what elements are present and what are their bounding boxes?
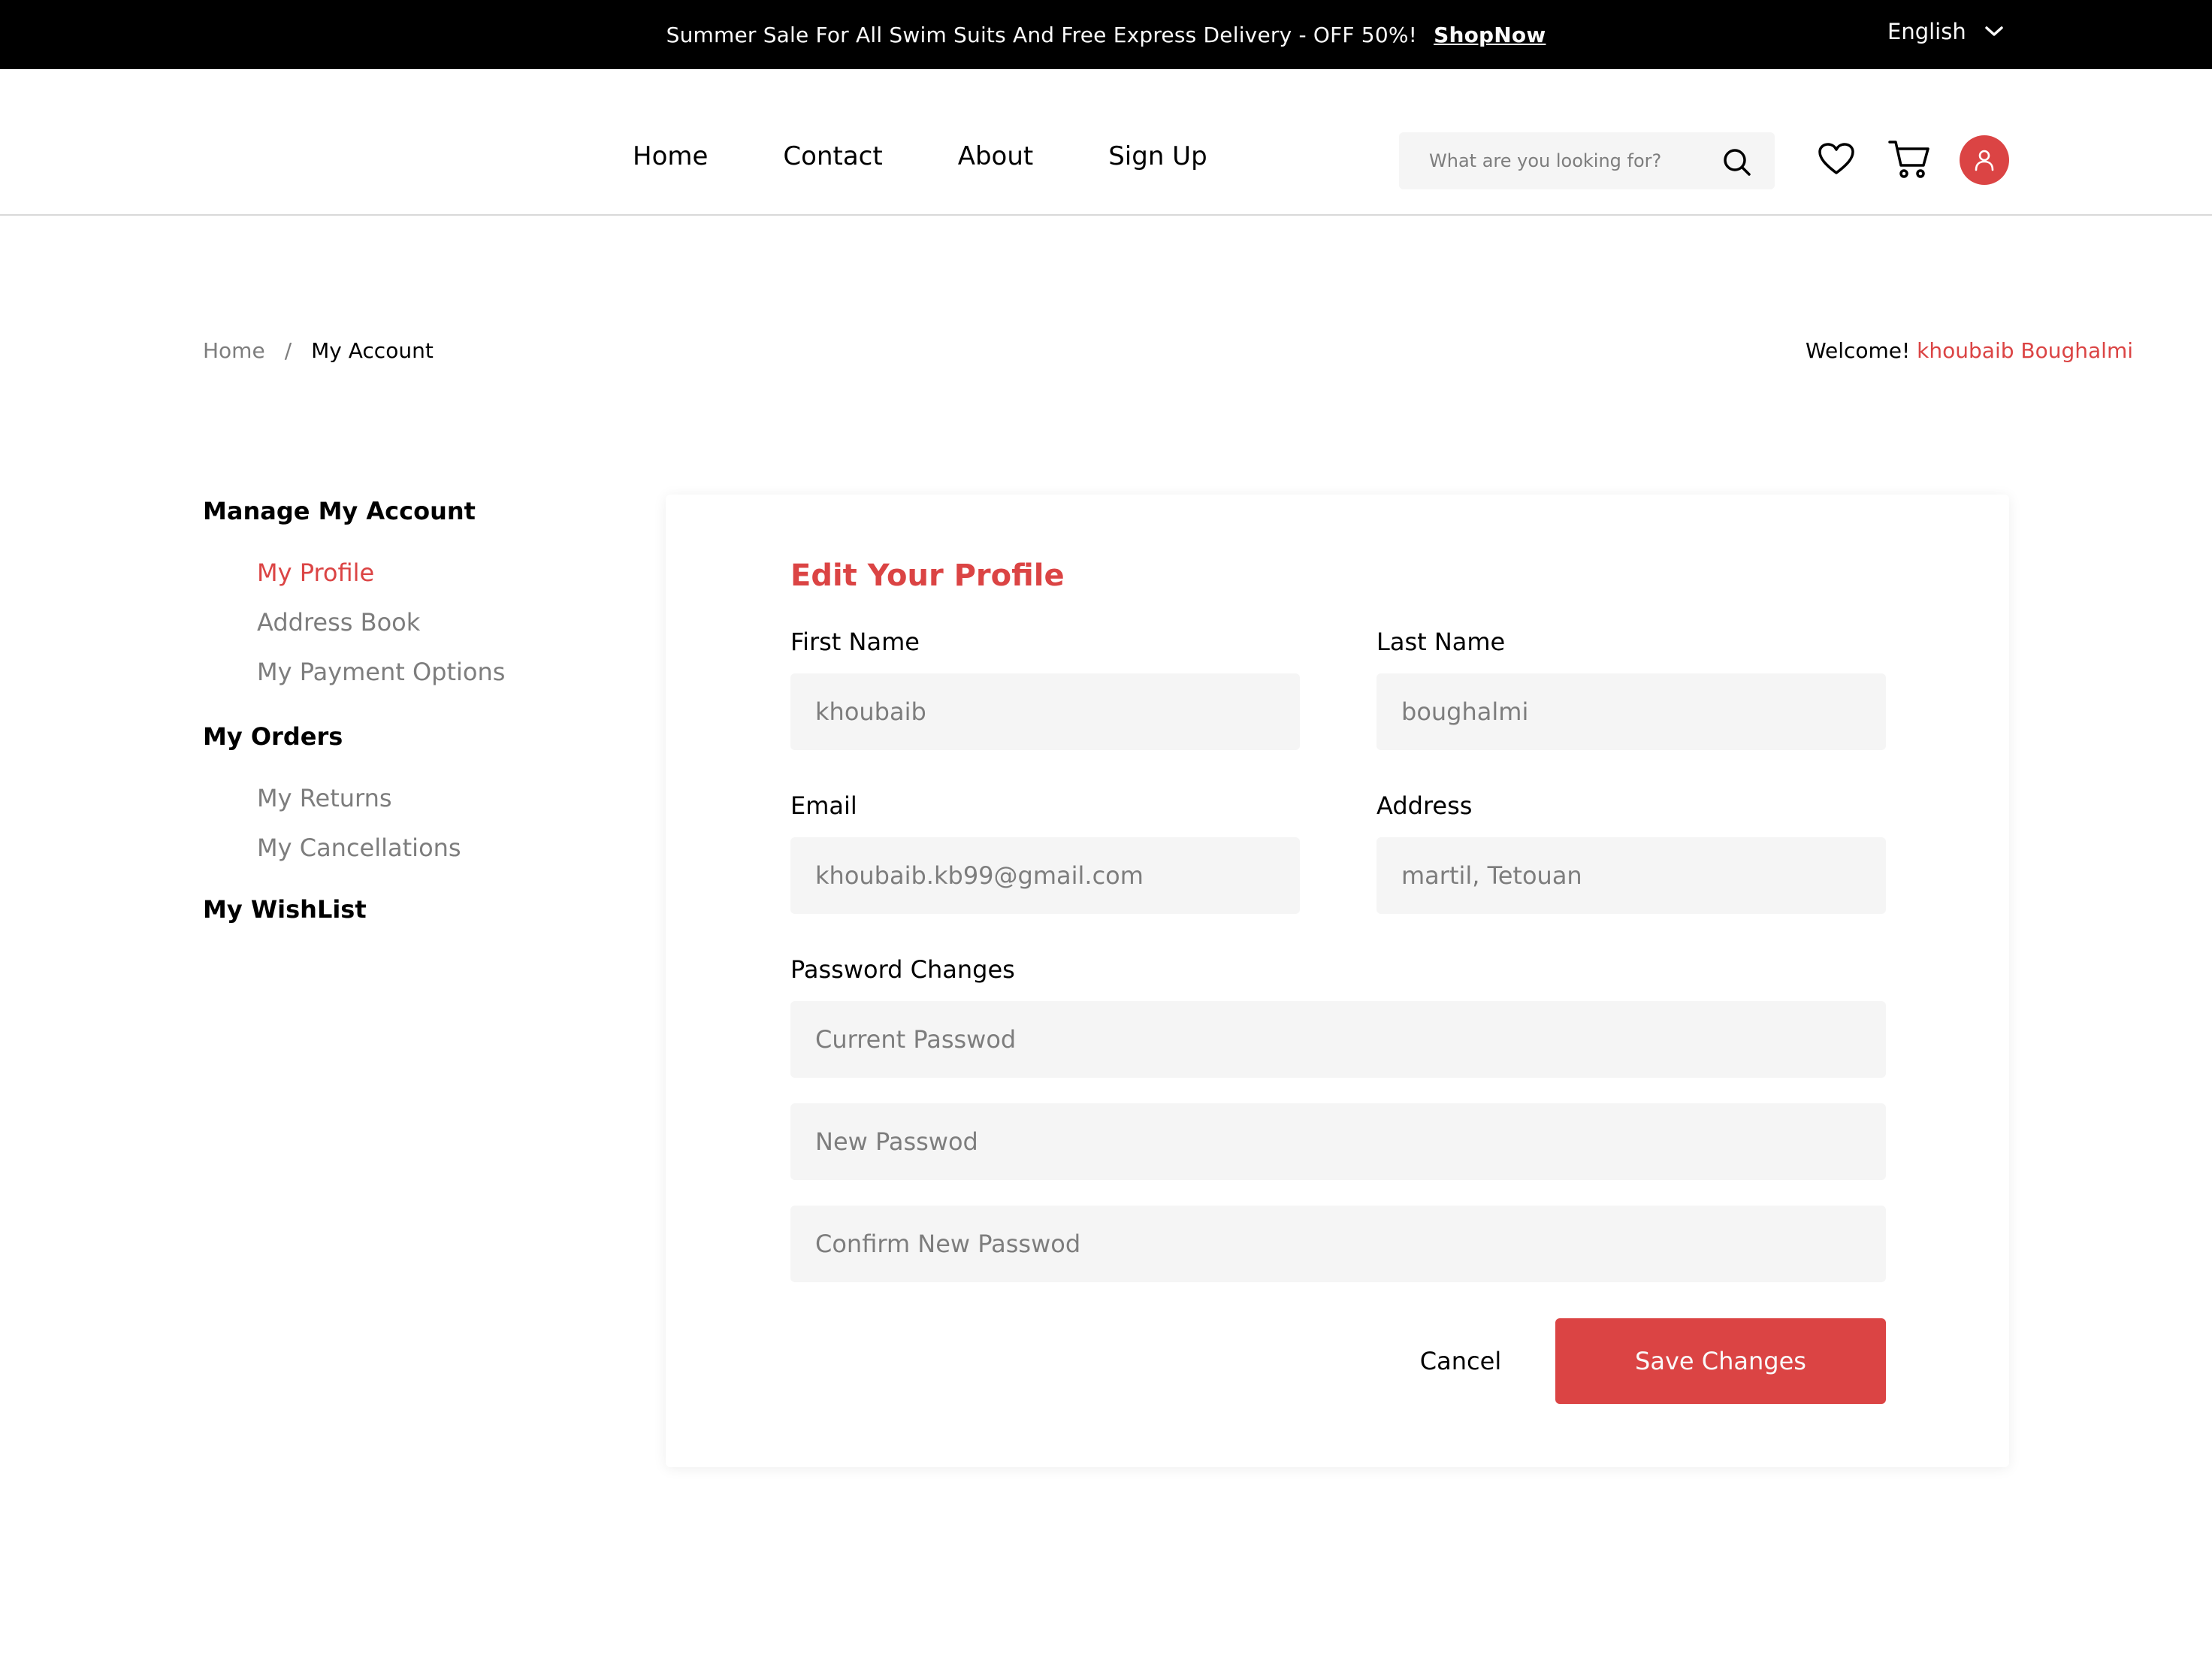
sidebar-item-my-profile[interactable]: My Profile [257,558,624,588]
search-icon[interactable] [1721,146,1754,182]
welcome-prefix: Welcome! [1805,338,1911,363]
main-nav: Home Contact About Sign Up [633,141,1283,171]
search-box [1399,132,1775,189]
address-field[interactable] [1376,837,1886,914]
promo-bar: Summer Sale For All Swim Suits And Free … [0,0,2212,69]
cancel-button[interactable]: Cancel [1386,1318,1536,1404]
breadcrumb-separator: / [284,338,292,363]
site-header: Home Contact About Sign Up [0,69,2212,216]
sidebar-heading-my-wishlist[interactable]: My WishList [203,894,624,924]
sidebar-heading-manage-account[interactable]: Manage My Account [203,496,624,526]
first-name-label: First Name [790,628,920,656]
breadcrumb-current: My Account [311,338,434,363]
user-account-button[interactable] [1960,135,2009,185]
chevron-down-icon [1984,26,2003,36]
breadcrumb-home[interactable]: Home [203,338,265,363]
shop-now-link[interactable]: ShopNow [1434,23,1546,47]
save-changes-button[interactable]: Save Changes [1555,1318,1886,1404]
account-sidebar: Manage My Account My Profile Address Boo… [203,496,624,924]
sidebar-heading-my-orders[interactable]: My Orders [203,722,624,752]
promo-text: Summer Sale For All Swim Suits And Free … [666,22,1418,47]
user-icon [1975,150,1994,171]
nav-contact[interactable]: Contact [783,141,882,171]
email-label: Email [790,791,857,820]
welcome-message: Welcome! khoubaib Boughalmi [1806,338,2133,363]
nav-home[interactable]: Home [633,141,708,171]
cart-icon[interactable] [1887,138,1931,183]
new-password-field[interactable] [790,1103,1886,1180]
address-label: Address [1376,791,1473,820]
nav-about[interactable]: About [958,141,1034,171]
sidebar-item-payment-options[interactable]: My Payment Options [257,657,624,687]
breadcrumb: Home / My Account [203,338,434,363]
first-name-field[interactable] [790,673,1300,750]
language-selector[interactable]: English [1887,0,2004,63]
sidebar-item-address-book[interactable]: Address Book [257,607,624,637]
last-name-field[interactable] [1376,673,1886,750]
password-changes-label: Password Changes [790,955,1015,984]
language-label: English [1887,19,1966,44]
edit-profile-card: Edit Your Profile First Name Last Name E… [666,495,2009,1467]
sidebar-item-my-cancellations[interactable]: My Cancellations [257,833,624,863]
confirm-password-field[interactable] [790,1206,1886,1282]
heart-icon[interactable] [1817,141,1856,179]
search-input[interactable] [1429,150,1707,171]
nav-sign-up[interactable]: Sign Up [1108,141,1207,171]
welcome-username: khoubaib Boughalmi [1917,338,2133,363]
last-name-label: Last Name [1376,628,1506,656]
promo-message: Summer Sale For All Swim Suits And Free … [0,0,2212,69]
edit-profile-title: Edit Your Profile [790,558,1065,593]
current-password-field[interactable] [790,1001,1886,1078]
sidebar-item-my-returns[interactable]: My Returns [257,783,624,813]
email-field[interactable] [790,837,1300,914]
